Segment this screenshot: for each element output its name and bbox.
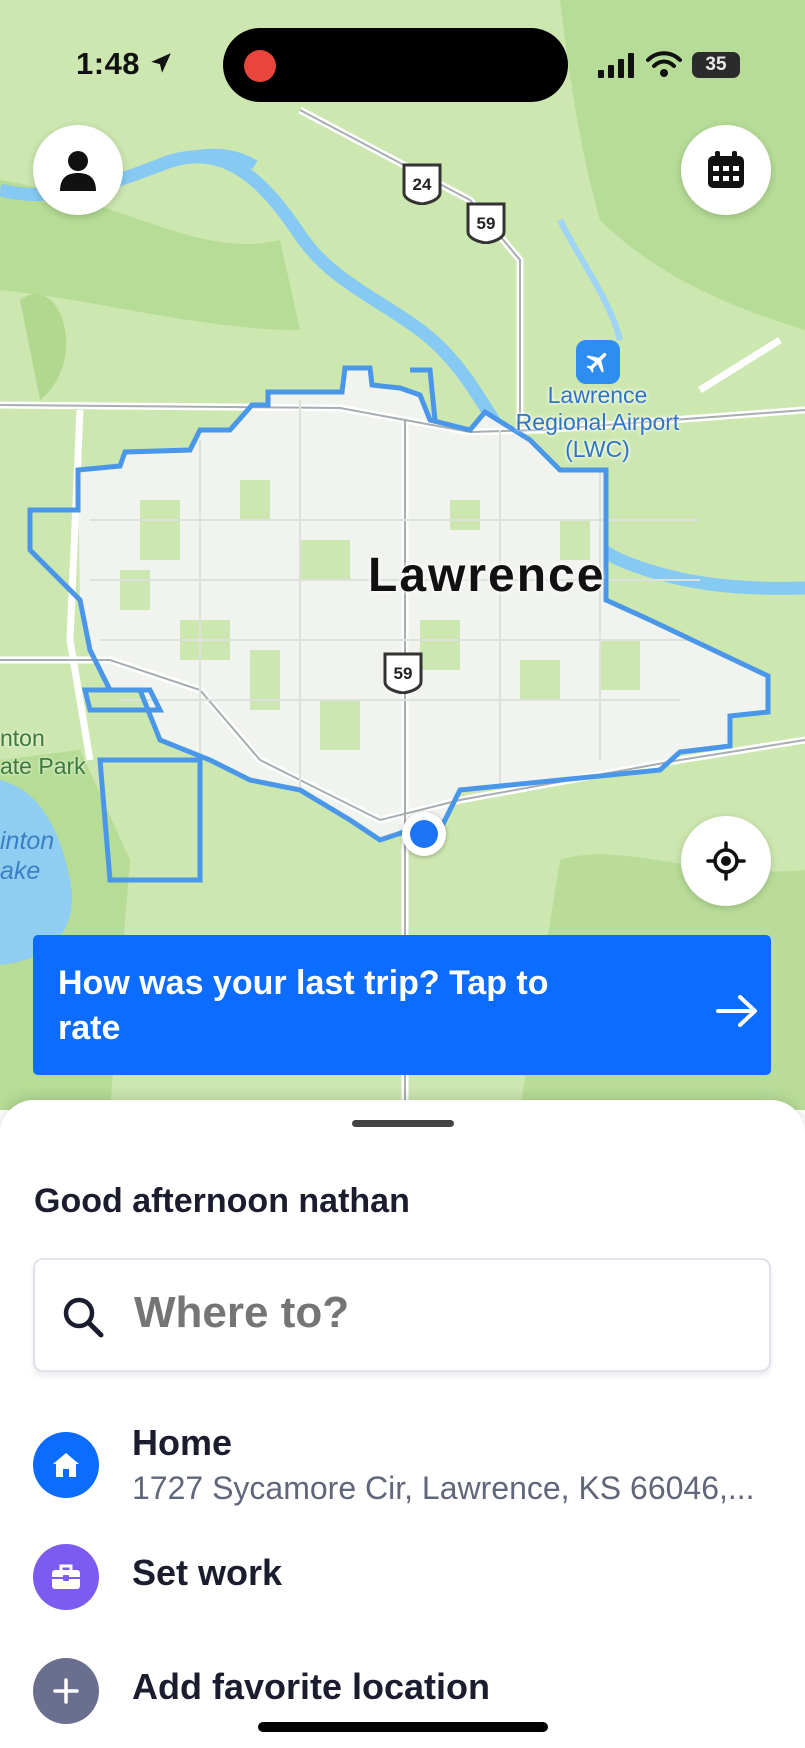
map-view[interactable]: 1:48 35 24 59 59 Lawrence Regional Airpo… <box>0 0 805 1110</box>
add-favorite-location[interactable]: Add favorite location <box>33 1658 773 1730</box>
wifi-icon <box>646 51 682 77</box>
calendar-icon <box>708 151 744 188</box>
current-location-marker <box>402 812 446 856</box>
airport-label: Lawrence Regional Airport (LWC) <box>515 382 680 462</box>
home-indicator[interactable] <box>258 1722 548 1732</box>
status-bar: 1:48 35 <box>0 0 805 120</box>
favorite-set-work[interactable]: Set work <box>33 1544 773 1616</box>
add-favorite-title: Add favorite location <box>132 1666 491 1707</box>
rate-trip-banner[interactable]: How was your last trip? Tap to rate <box>33 935 771 1075</box>
search-icon <box>63 1297 104 1338</box>
highway-shield-59-city: 59 <box>381 652 425 695</box>
arrow-right-icon <box>716 995 757 1027</box>
sheet-grabber[interactable] <box>352 1120 454 1127</box>
location-arrow-icon <box>151 53 171 73</box>
favorite-home-address: 1727 Sycamore Cir, Lawrence, KS 66046,..… <box>132 1470 755 1506</box>
airplane-icon[interactable] <box>576 340 620 384</box>
rate-trip-text: How was your last trip? Tap to rate <box>58 964 549 1047</box>
set-work-title: Set work <box>132 1552 283 1593</box>
battery-indicator: 35 <box>692 52 740 78</box>
highway-shield-24: 24 <box>400 163 444 206</box>
plus-icon <box>33 1658 99 1724</box>
home-icon <box>33 1432 99 1498</box>
park-label: nton ate Park <box>0 725 86 779</box>
lake-label: inton ake <box>0 827 55 885</box>
briefcase-icon <box>33 1544 99 1610</box>
favorite-home-title: Home <box>132 1422 233 1463</box>
profile-button[interactable] <box>33 125 123 215</box>
calendar-button[interactable] <box>681 125 771 215</box>
clock: 1:48 <box>76 46 141 81</box>
recording-indicator-icon <box>244 50 276 82</box>
greeting-text: Good afternoon nathan <box>34 1182 410 1220</box>
recenter-location-button[interactable] <box>681 816 771 906</box>
cellular-signal-icon <box>598 53 634 78</box>
person-icon <box>60 151 96 191</box>
highway-shield-59-north: 59 <box>464 202 508 245</box>
favorite-home[interactable]: Home 1727 Sycamore Cir, Lawrence, KS 660… <box>33 1422 773 1510</box>
city-label: Lawrence <box>368 549 606 602</box>
destination-search-input[interactable] <box>134 1288 734 1338</box>
crosshair-icon <box>706 841 746 881</box>
